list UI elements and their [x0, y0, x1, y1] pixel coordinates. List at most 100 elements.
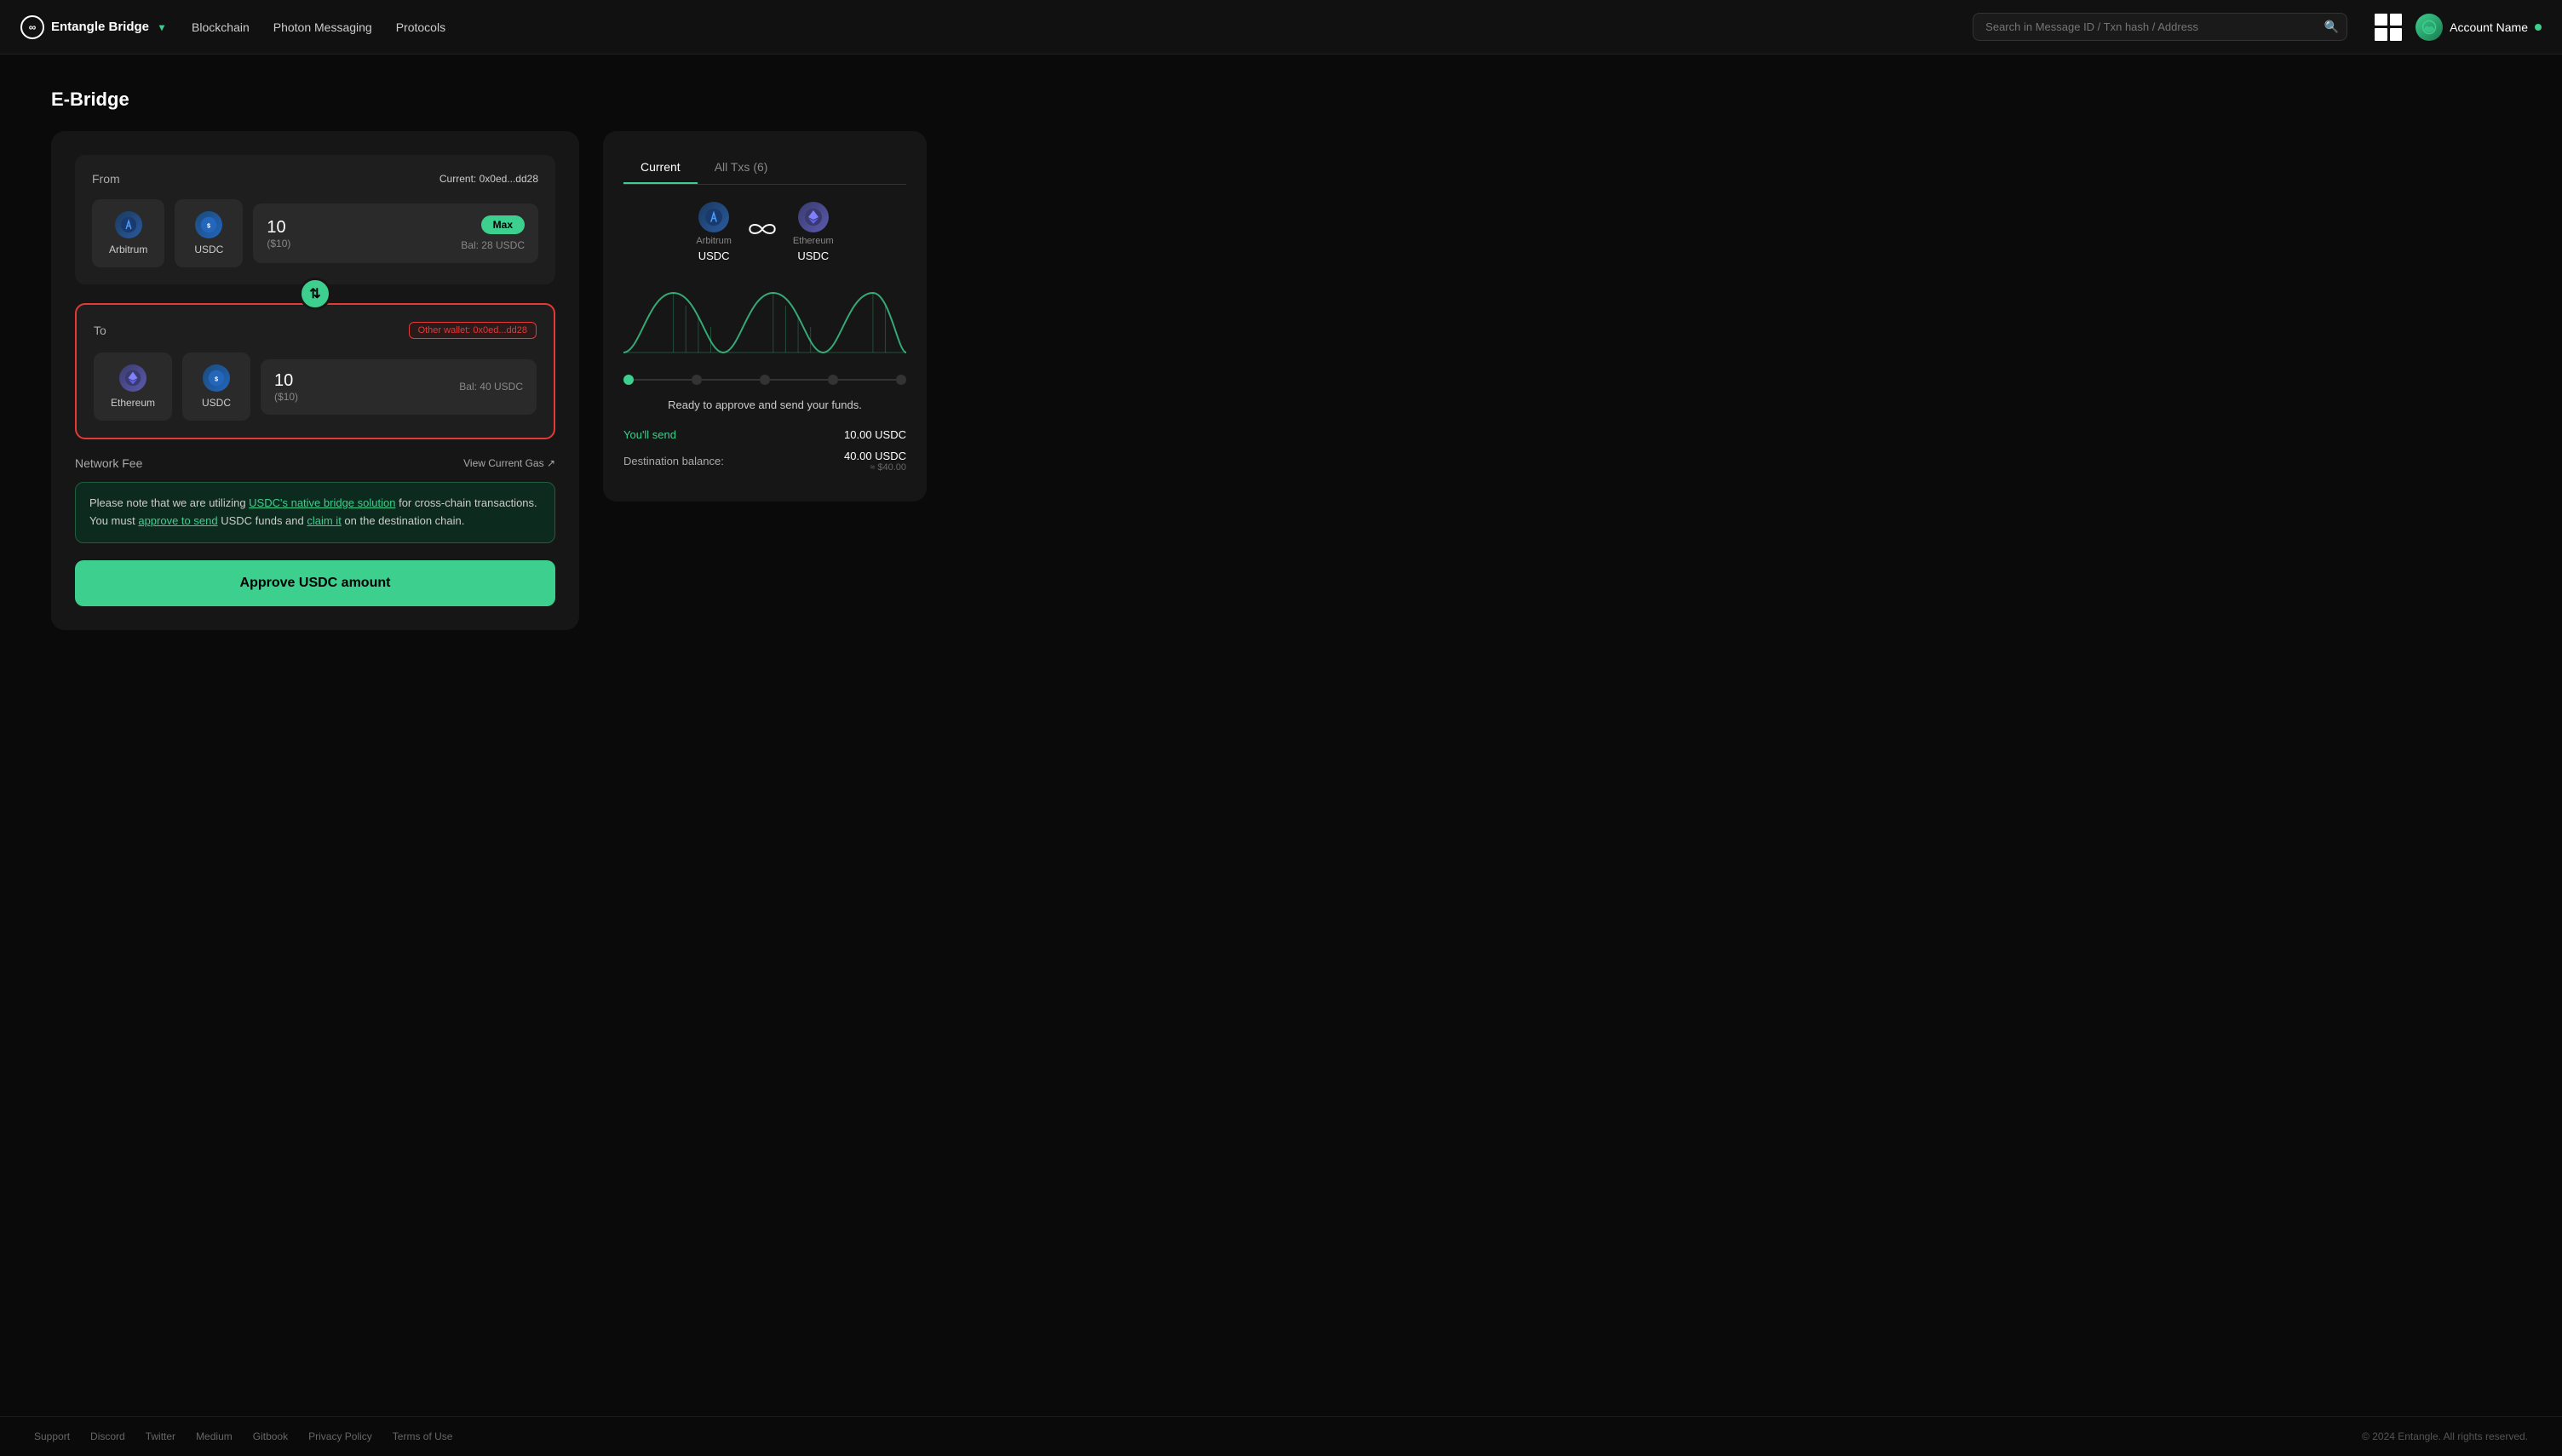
info-box: Please note that we are utilizing USDC's… [75, 482, 555, 543]
swap-center: ⇅ [75, 278, 555, 310]
progress-dot-2 [692, 375, 702, 385]
dest-balance-value: 40.00 USDC [844, 450, 906, 462]
claim-link[interactable]: claim it [307, 514, 341, 527]
footer-support[interactable]: Support [34, 1430, 70, 1442]
progress-line-4 [838, 379, 896, 381]
view-gas-link[interactable]: View Current Gas ↗ [463, 457, 555, 469]
online-indicator [2535, 24, 2542, 31]
tab-current[interactable]: Current [623, 152, 698, 184]
bridge-to-name: Ethereum [793, 236, 834, 246]
logo-text: Entangle Bridge [51, 20, 149, 35]
bridge-ethereum-icon [798, 202, 829, 232]
progress-dot-5 [896, 375, 906, 385]
fee-row: Network Fee View Current Gas ↗ [75, 456, 555, 470]
max-button[interactable]: Max [481, 215, 525, 234]
footer: Support Discord Twitter Medium Gitbook P… [0, 1416, 2562, 1456]
from-balance: Bal: 28 USDC [461, 239, 525, 251]
tab-all-txs[interactable]: All Txs (6) [698, 152, 785, 184]
main-content: E-Bridge From Current: 0x0ed...dd28 [0, 54, 2562, 1416]
bridge-panel: From Current: 0x0ed...dd28 [51, 131, 579, 630]
from-section: From Current: 0x0ed...dd28 [75, 155, 555, 284]
to-amount-left: 10 ($10) [274, 371, 298, 403]
from-amount-right: Max Bal: 28 USDC [461, 215, 525, 251]
progress-dot-4 [828, 375, 838, 385]
from-amount-value: 10 [267, 218, 290, 238]
logo[interactable]: ∞ Entangle Bridge ▾ [20, 15, 164, 39]
to-label: To [94, 324, 106, 337]
search-icon: 🔍 [2324, 20, 2339, 34]
other-wallet-badge: Other wallet: 0x0ed...dd28 [409, 322, 537, 339]
nav-protocols[interactable]: Protocols [396, 20, 445, 34]
from-chain-row: Arbitrum $ USDC 10 [92, 199, 538, 267]
footer-twitter[interactable]: Twitter [146, 1430, 175, 1442]
usdc-bridge-link[interactable]: USDC's native bridge solution [249, 496, 395, 509]
search-input[interactable] [1973, 13, 2347, 41]
from-chain-name: Arbitrum [109, 244, 147, 255]
svg-text:$: $ [215, 375, 218, 383]
nav-blockchain[interactable]: Blockchain [192, 20, 250, 34]
progress-dot-1 [623, 375, 634, 385]
to-chain-name: Ethereum [111, 397, 155, 409]
progress-dot-3 [760, 375, 770, 385]
nav-right: Account Name [2375, 14, 2542, 41]
to-section: To Other wallet: 0x0ed...dd28 [75, 303, 555, 439]
bridge-to-token: USDC [797, 249, 829, 262]
footer-medium[interactable]: Medium [196, 1430, 233, 1442]
ethereum-icon [119, 364, 146, 392]
current-wallet-display: Current: 0x0ed...dd28 [439, 173, 538, 185]
bridge-arbitrum-icon [698, 202, 729, 232]
progress-line-3 [770, 379, 828, 381]
footer-privacy[interactable]: Privacy Policy [308, 1430, 372, 1442]
usdc-to-icon: $ [203, 364, 230, 392]
dest-balance-sub: ≈ $40.00 [844, 462, 906, 473]
arbitrum-icon [115, 211, 142, 238]
grid-icon[interactable] [2375, 14, 2402, 41]
swap-button[interactable]: ⇅ [299, 278, 331, 310]
from-amount-usd: ($10) [267, 238, 290, 249]
to-chain-row: Ethereum $ USDC 10 [94, 353, 537, 421]
fee-label: Network Fee [75, 456, 142, 470]
from-amount-section: 10 ($10) Max Bal: 28 USDC [253, 203, 538, 263]
bridge-from-name: Arbitrum [696, 236, 732, 246]
footer-discord[interactable]: Discord [90, 1430, 125, 1442]
from-amount-left: 10 ($10) [267, 218, 290, 249]
to-balance: Bal: 40 USDC [459, 381, 523, 393]
bridge-from-chain: Arbitrum USDC [696, 202, 732, 262]
svg-text:$: $ [207, 222, 210, 230]
from-token-selector[interactable]: $ USDC [175, 199, 243, 267]
footer-copyright: © 2024 Entangle. All rights reserved. [2362, 1430, 2528, 1442]
bridge-infinity-icon [745, 217, 779, 247]
progress-indicator [623, 375, 906, 385]
nav-links: Blockchain Photon Messaging Protocols [192, 20, 1945, 34]
bridge-chart [623, 276, 906, 361]
to-token-selector[interactable]: $ USDC [182, 353, 250, 421]
account-button[interactable]: Account Name [2416, 14, 2542, 41]
page-title: E-Bridge [51, 89, 2511, 111]
to-amount-section: 10 ($10) Bal: 40 USDC [261, 359, 537, 415]
dest-balance-right: 40.00 USDC ≈ $40.00 [844, 450, 906, 473]
from-label: From [92, 172, 120, 186]
you-send-label: You'll send [623, 428, 676, 441]
tabs-row: Current All Txs (6) [623, 152, 906, 185]
approve-button[interactable]: Approve USDC amount [75, 560, 555, 606]
usdc-from-icon: $ [195, 211, 222, 238]
approve-link[interactable]: approve to send [138, 514, 217, 527]
avatar [2416, 14, 2443, 41]
logo-symbol: ∞ [29, 21, 37, 33]
footer-terms[interactable]: Terms of Use [393, 1430, 453, 1442]
nav-photon-messaging[interactable]: Photon Messaging [273, 20, 372, 34]
footer-links: Support Discord Twitter Medium Gitbook P… [34, 1430, 452, 1442]
bridge-from-token: USDC [698, 249, 730, 262]
from-chain-selector[interactable]: Arbitrum [92, 199, 164, 267]
bridge-to-chain: Ethereum USDC [793, 202, 834, 262]
to-amount-value: 10 [274, 371, 298, 391]
right-panel: Current All Txs (6) Arbitrum USDC [603, 131, 927, 502]
chevron-down-icon[interactable]: ▾ [159, 21, 164, 33]
you-send-value: 10.00 USDC [844, 428, 906, 441]
content-row: From Current: 0x0ed...dd28 [51, 131, 2511, 630]
you-send-row: You'll send 10.00 USDC [623, 428, 906, 441]
to-token-name: USDC [202, 397, 231, 409]
to-chain-selector[interactable]: Ethereum [94, 353, 172, 421]
footer-gitbook[interactable]: Gitbook [253, 1430, 288, 1442]
navbar: ∞ Entangle Bridge ▾ Blockchain Photon Me… [0, 0, 2562, 54]
